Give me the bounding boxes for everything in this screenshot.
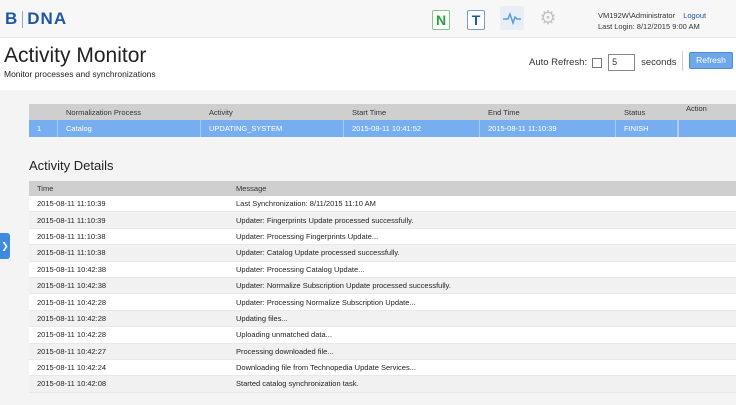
table-row: 2015-08-11 10:42:38 Updater: Normalize Su… [29,277,736,295]
row-time: 2015-08-11 11:10:39 [37,199,106,209]
row-message: Updating files... [236,313,288,323]
table-row: 2015-08-11 10:42:38 Updater: Processing C… [29,262,736,278]
col-start-time: Start Time [352,107,387,117]
top-bar: B DNA N T ⚙ VM192W\Administrator Logout … [0,0,736,38]
row-index: 1 [29,120,58,137]
row-message: Updater: Processing Normalize Subscripti… [236,297,416,307]
user-info: VM192W\Administrator Logout Last Login: … [598,10,706,32]
row-time: 2015-08-11 10:42:28 [37,313,107,323]
table-row: 2015-08-11 10:42:24 Downloading file from… [29,360,736,377]
auto-refresh-control: Auto Refresh: 5 seconds [529,54,676,71]
row-message: Last Synchronization: 8/11/2015 11:10 AM [236,199,376,209]
auto-refresh-checkbox[interactable] [592,57,603,68]
table-row: 2015-08-11 11:10:39 Updater: Fingerprints… [29,212,736,229]
normalize-nav-icon[interactable]: N [432,10,450,30]
row-message: Updater: Fingerprints Update processed s… [236,215,414,225]
row-time: 2015-08-11 10:42:08 [37,379,107,389]
col-end-time: End Time [488,107,520,117]
expand-panel-chevron-icon[interactable]: ❯ [0,233,10,259]
page-subtitle: Monitor processes and synchronizations [4,69,156,79]
seconds-label: seconds [641,57,677,68]
row-time: 2015-08-11 10:42:24 [37,363,107,373]
row-message: Started catalog synchronization task. [236,379,359,389]
logo-letter: B [5,9,19,28]
refresh-interval-input[interactable]: 5 [608,54,636,71]
page-title: Activity Monitor [4,44,147,67]
col-message: Message [236,184,267,193]
row-status: FINISH [616,120,678,137]
table-row: 2015-08-11 10:42:28 Updating files... [29,310,736,328]
col-activity: Activity [209,107,233,117]
col-status: Status [624,107,646,117]
row-message: Uploading unmatched data... [236,330,332,340]
row-time: 2015-08-11 11:10:38 [37,231,106,241]
logout-link[interactable]: Logout [683,11,706,20]
table-row: 2015-08-11 10:42:28 Updater: Processing N… [29,294,736,311]
col-time: Time [37,184,54,193]
row-end-time: 2015-08-11 11:10:39 [480,120,616,137]
gear-icon[interactable]: ⚙ [539,9,557,28]
row-action[interactable] [678,120,736,137]
row-time: 2015-08-11 10:42:28 [37,297,107,307]
activity-details-table: Time Message 2015-08-11 11:10:39 Last Syn… [29,181,736,393]
row-time: 2015-08-11 11:10:39 [37,215,106,225]
header-divider [682,51,683,71]
table-row: 2015-08-11 11:10:38 Updater: Processing F… [29,229,736,246]
row-time: 2015-08-11 10:42:38 [37,281,107,291]
activity-monitor-icon[interactable] [500,6,524,30]
row-time: 2015-08-11 10:42:28 [37,330,107,340]
row-message: Updater: Catalog Update processed succes… [236,248,400,258]
table-row: 2015-08-11 10:42:08 Started catalog synch… [29,376,736,393]
row-message: Updater: Normalize Subscription Update p… [236,281,451,291]
process-row[interactable]: 1 Catalog UPDATING_SYSTEM 2015-08-11 10:… [29,120,736,137]
row-message: Updater: Processing Fingerprints Update.… [236,231,379,241]
logo-divider [22,10,24,28]
row-time: 2015-08-11 10:42:38 [37,264,107,274]
row-message: Downloading file from Technopedia Update… [236,363,416,373]
col-normalization-process: Normalization Process [66,107,142,117]
table-row: 2015-08-11 11:10:38 Updater: Catalog Upda… [29,245,736,262]
row-process: Catalog [58,120,201,137]
pulse-icon [503,11,521,26]
details-table-header: Time Message [29,181,736,196]
logo-text: DNA [27,9,68,28]
row-message: Processing downloaded file... [236,346,334,356]
col-action: Action [686,104,707,113]
auto-refresh-label: Auto Refresh: [529,57,588,68]
table-row: 2015-08-11 10:42:28 Uploading unmatched d… [29,327,736,344]
row-time: 2015-08-11 11:10:38 [37,248,106,258]
table-row: 2015-08-11 11:10:39 Last Synchronization:… [29,196,736,213]
user-name: VM192W\Administrator [598,11,676,20]
row-time: 2015-08-11 10:42:27 [37,346,107,356]
bdna-logo[interactable]: B DNA [5,9,67,29]
row-start-time: 2015-08-11 10:41:52 [344,120,480,137]
row-message: Updater: Processing Catalog Update... [236,264,365,274]
technopedia-nav-icon[interactable]: T [467,10,485,30]
activity-details-title: Activity Details [29,158,114,173]
refresh-button[interactable]: Refresh [689,52,733,69]
process-table-header: Normalization Process Activity Start Tim… [29,104,736,120]
process-table: Normalization Process Activity Start Tim… [29,104,736,137]
last-login: Last Login: 8/12/2015 9:00 AM [598,22,700,31]
row-activity: UPDATING_SYSTEM [201,120,344,137]
table-row: 2015-08-11 10:42:27 Processing downloaded… [29,343,736,360]
